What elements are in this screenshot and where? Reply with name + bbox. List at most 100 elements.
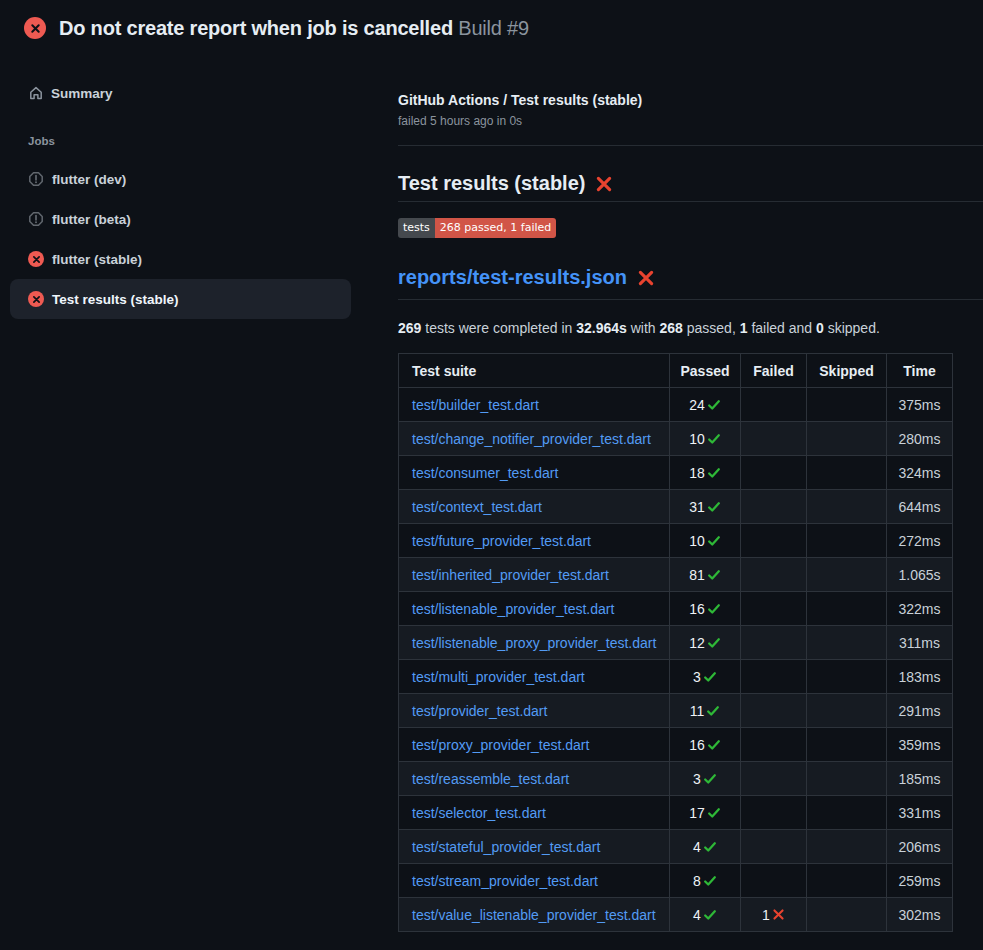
run-breadcrumb: GitHub Actions / Test results (stable) [398,92,983,108]
test-suite-link[interactable]: test/consumer_test.dart [412,465,558,481]
table-row: test/proxy_provider_test.dart16359ms [399,728,953,762]
check-icon [707,534,721,548]
table-row: test/stream_provider_test.dart 8 259ms [399,864,953,898]
table-row: test/stateful_provider_test.dart 4 206ms [399,830,953,864]
badge-value: 268 passed, 1 failed [435,218,556,238]
passed-cell: 3 [693,771,717,787]
cancelled-icon [28,211,44,227]
time-cell: 185ms [898,771,940,787]
check-icon [707,568,721,582]
page-title: Do not create report when job is cancell… [59,17,529,40]
sidebar-item-summary[interactable]: Summary [28,81,398,105]
column-header-time: Time [887,354,953,388]
time-cell: 311ms [899,635,940,651]
passed-cell: 16 [689,601,721,617]
table-row: test/selector_test.dart17331ms [399,796,953,830]
passed-cell: 31 [689,499,721,515]
build-name: Do not create report when job is cancell… [59,17,453,39]
build-number: Build #9 [458,17,529,39]
sidebar: Summary Jobs flutter (dev) flutter (beta)… [0,39,398,932]
column-header-passed: Passed [670,354,741,388]
sidebar-job-flutter-beta-[interactable]: flutter (beta) [10,199,351,239]
table-header-row: Test suitePassedFailedSkippedTime [399,354,953,388]
column-header-skipped: Skipped [807,354,887,388]
time-cell: 302ms [898,907,940,923]
time-cell: 375ms [898,397,940,413]
test-suite-link[interactable]: test/inherited_provider_test.dart [412,567,609,583]
badge-label: tests [398,218,435,238]
time-cell: 206ms [898,839,940,855]
failed-cell: 1 [762,907,785,923]
column-header-test-suite: Test suite [399,354,670,388]
table-row: test/listenable_proxy_provider_test.dart… [399,626,953,660]
column-header-failed: Failed [741,354,807,388]
check-icon [707,500,721,514]
test-suite-link[interactable]: test/listenable_provider_test.dart [412,601,614,617]
summary-text: passed, [683,320,740,336]
summary-label: Summary [51,86,113,101]
test-suite-link[interactable]: test/listenable_proxy_provider_test.dart [412,635,656,651]
test-suite-link[interactable]: test/context_test.dart [412,499,542,515]
table-row: test/multi_provider_test.dart3183ms [399,660,953,694]
passed-cell: 8 [693,873,717,889]
test-results-table: Test suitePassedFailedSkippedTime test/b… [398,353,953,932]
test-suite-link[interactable]: test/multi_provider_test.dart [412,669,585,685]
passed-cell: 4 [693,839,717,855]
test-suite-link[interactable]: test/builder_test.dart [412,397,539,413]
time-cell: 259ms [898,873,940,889]
time-cell: 291ms [898,703,940,719]
table-row: test/provider_test.dart11291ms [399,694,953,728]
sidebar-job-test-results-stable-[interactable]: Test results (stable) [10,279,351,319]
section-heading: Test results (stable) [398,172,983,202]
summary-text: with [627,320,660,336]
passed-cell: 17 [689,805,721,821]
passed-cell: 12 [689,635,721,651]
test-suite-link[interactable]: test/value_listenable_provider_test.dart [412,907,656,923]
job-label: flutter (beta) [52,212,131,227]
table-row: test/value_listenable_provider_test.dart… [399,898,953,932]
passed-cell: 81 [689,567,721,583]
check-icon [707,636,721,650]
check-icon [707,466,721,480]
failed-x-icon [595,175,613,193]
section-title: Test results (stable) [398,172,585,195]
report-link[interactable]: reports/test-results.json [398,266,627,289]
check-icon [703,840,717,854]
table-row: test/builder_test.dart24375ms [399,388,953,422]
jobs-section-label: Jobs [28,135,398,147]
test-suite-link[interactable]: test/stateful_provider_test.dart [412,839,600,855]
test-suite-link[interactable]: test/proxy_provider_test.dart [412,737,589,753]
divider [398,145,983,146]
table-row: test/context_test.dart 31 644ms [399,490,953,524]
time-cell: 1.065s [898,567,940,583]
test-suite-link[interactable]: test/change_notifier_provider_test.dart [412,431,651,447]
x-icon [772,908,785,921]
sidebar-job-flutter-stable-[interactable]: flutter (stable) [10,239,351,279]
sidebar-job-flutter-dev-[interactable]: flutter (dev) [10,159,351,199]
passed-cell: 10 [689,431,721,447]
test-suite-link[interactable]: test/reassemble_test.dart [412,771,569,787]
check-icon [703,874,717,888]
tests-summary-text: 269 tests were completed in 32.964s with… [398,320,983,336]
test-suite-link[interactable]: test/stream_provider_test.dart [412,873,598,889]
time-cell: 280ms [898,431,940,447]
cancelled-icon [28,171,44,187]
table-row: test/inherited_provider_test.dart 81 1.065… [399,558,953,592]
test-suite-link[interactable]: test/future_provider_test.dart [412,533,591,549]
summary-text: tests were completed in [421,320,576,336]
time-cell: 183ms [898,669,940,685]
summary-number: 0 [816,320,824,336]
job-list: flutter (dev) flutter (beta) flutter (stab… [10,159,351,319]
summary-number: 269 [398,320,421,336]
check-icon [707,738,721,752]
summary-number: 268 [660,320,683,336]
test-suite-link[interactable]: test/selector_test.dart [412,805,546,821]
time-cell: 272ms [898,533,940,549]
time-cell: 322ms [898,601,940,617]
test-suite-link[interactable]: test/provider_test.dart [412,703,547,719]
report-heading: reports/test-results.json [398,266,983,300]
job-label: Test results (stable) [52,292,179,307]
time-cell: 644ms [898,499,940,515]
run-status-text: failed 5 hours ago in 0s [398,114,983,128]
home-icon [28,85,44,101]
